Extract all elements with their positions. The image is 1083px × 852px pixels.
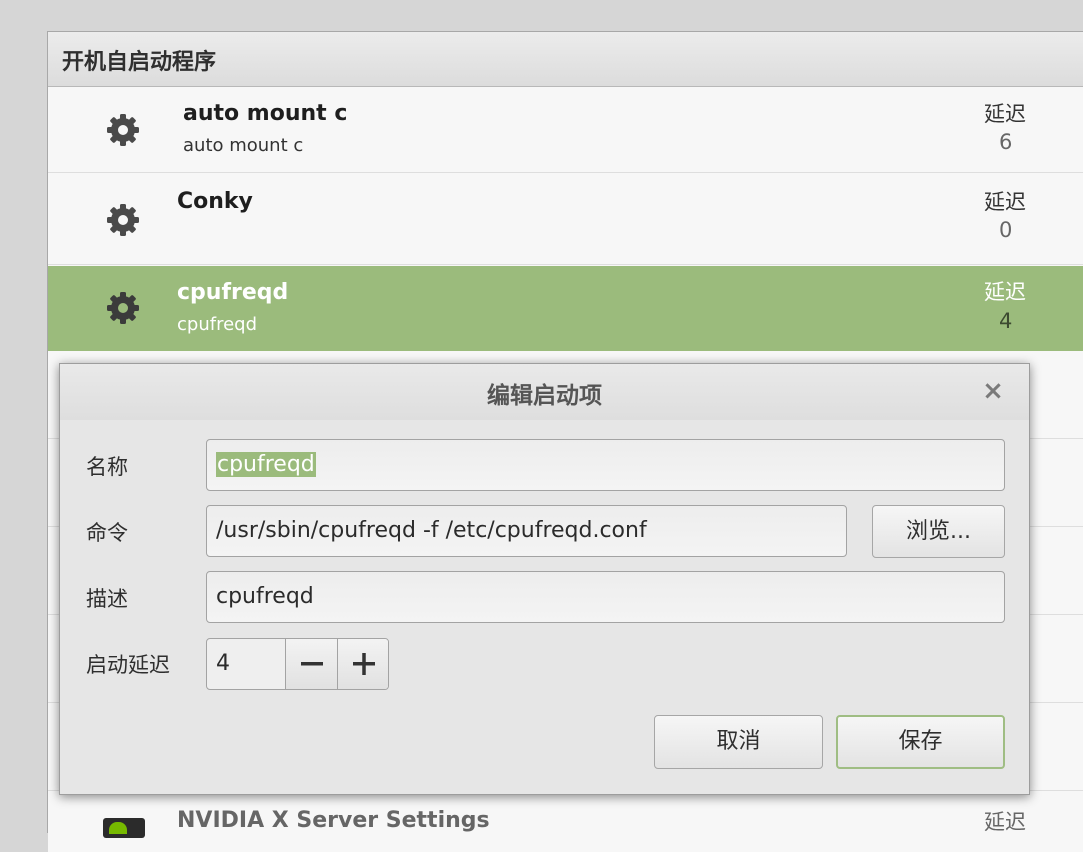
startup-item-auto-mount-c[interactable]: auto mount c auto mount c 延迟 6 <box>48 88 1083 173</box>
delay-value: 6 <box>999 130 1013 154</box>
startup-item-name: cpufreqd <box>177 280 289 305</box>
startup-item-name: Conky <box>177 189 253 214</box>
gear-icon <box>107 114 139 146</box>
save-button[interactable]: 保存 <box>836 715 1005 769</box>
edit-startup-dialog: 编辑启动项 × 名称 cpufreqd 命令 /usr/sbin/cpufreq… <box>59 363 1030 795</box>
startup-item-subtitle: auto mount c <box>183 135 304 156</box>
delay-value: 4 <box>999 309 1013 333</box>
command-label: 命令 <box>86 521 128 545</box>
minus-icon <box>301 662 323 666</box>
gear-icon <box>107 292 139 324</box>
delay-label: 延迟 <box>984 190 1026 214</box>
delay-input[interactable]: 4 <box>207 639 285 689</box>
browse-button[interactable]: 浏览... <box>872 505 1005 558</box>
delay-value: 0 <box>999 218 1013 242</box>
delay-label: 延迟 <box>984 280 1026 304</box>
startup-item-name: NVIDIA X Server Settings <box>177 808 490 833</box>
startup-delay-label: 启动延迟 <box>86 653 170 677</box>
delay-label: 延迟 <box>984 102 1026 126</box>
startup-item-nvidia[interactable]: NVIDIA X Server Settings 延迟 <box>48 792 1083 852</box>
dialog-titlebar: 编辑启动项 × <box>60 364 1029 420</box>
dialog-title: 编辑启动项 <box>487 383 602 409</box>
startup-item-subtitle: cpufreqd <box>177 314 257 335</box>
cancel-button[interactable]: 取消 <box>654 715 823 769</box>
command-field[interactable]: /usr/sbin/cpufreqd -f /etc/cpufreqd.conf <box>206 505 847 557</box>
delay-stepper: 4 <box>206 638 389 690</box>
window-header: 开机自启动程序 <box>48 32 1083 87</box>
close-icon[interactable]: × <box>980 378 1006 404</box>
nvidia-icon <box>103 818 145 838</box>
name-label: 名称 <box>86 455 128 479</box>
plus-icon <box>353 653 375 675</box>
increment-button[interactable] <box>337 639 388 689</box>
startup-item-cpufreqd[interactable]: cpufreqd cpufreqd 延迟 4 <box>48 266 1083 351</box>
name-field[interactable]: cpufreqd <box>206 439 1005 491</box>
decrement-button[interactable] <box>285 639 338 689</box>
startup-item-name: auto mount c <box>183 101 348 126</box>
name-value-selected: cpufreqd <box>216 452 316 477</box>
description-label: 描述 <box>86 587 128 611</box>
description-field[interactable]: cpufreqd <box>206 571 1005 623</box>
gear-icon <box>107 204 139 236</box>
startup-item-conky[interactable]: Conky 延迟 0 <box>48 173 1083 265</box>
